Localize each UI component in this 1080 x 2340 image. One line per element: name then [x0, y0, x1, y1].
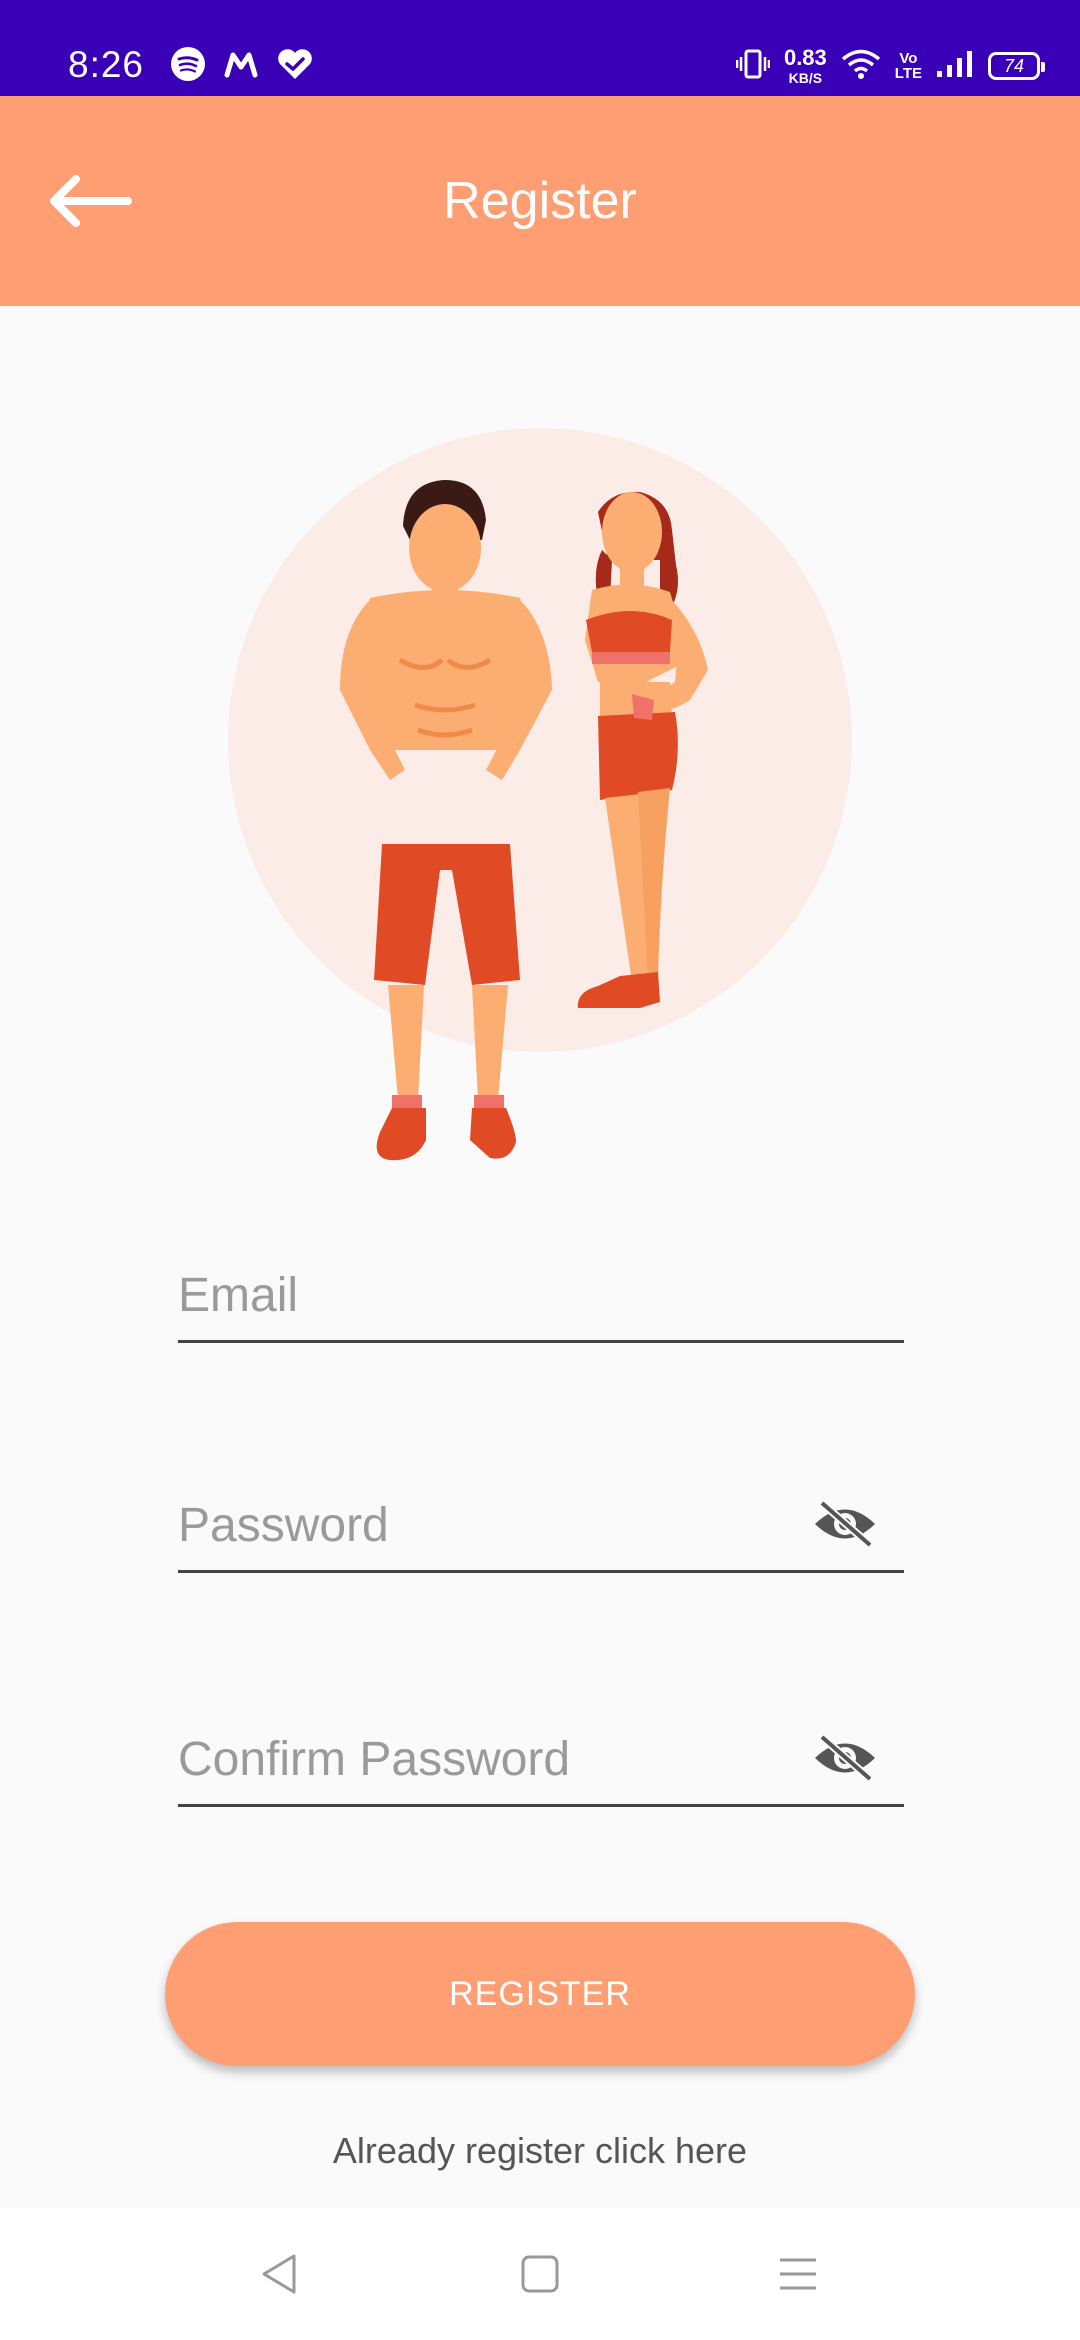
network-speed: 0.83 KB/S [783, 45, 827, 86]
status-system-icons: 0.83 KB/S Vo LTE 74 [735, 44, 1045, 88]
app-bar: Register [0, 96, 1080, 306]
page-title: Register [443, 172, 637, 230]
confirm-password-field-container [178, 1724, 904, 1807]
login-link[interactable]: Already register click here [0, 2130, 1080, 2172]
confirm-password-input[interactable] [178, 1724, 904, 1804]
spotify-icon [170, 46, 206, 87]
battery-indicator: 74 [988, 52, 1045, 80]
confirm-password-visibility-toggle[interactable] [810, 1728, 880, 1788]
nav-menu-button[interactable] [738, 2208, 858, 2340]
email-input[interactable] [178, 1260, 904, 1340]
eye-off-icon [815, 1733, 875, 1783]
password-field-container [178, 1490, 904, 1573]
home-square-icon [521, 2255, 559, 2293]
password-visibility-toggle[interactable] [810, 1494, 880, 1554]
register-button[interactable]: REGISTER [165, 1922, 915, 2066]
eye-off-icon [815, 1499, 875, 1549]
back-button[interactable] [34, 148, 144, 254]
password-input[interactable] [178, 1490, 904, 1570]
navigation-bar [0, 2208, 1080, 2340]
fitness-couple-illustration [228, 428, 852, 1161]
volte-top: Vo [899, 50, 918, 67]
volte-bottom: LTE [894, 65, 922, 82]
volte-indicator: Vo LTE [895, 51, 922, 81]
menu-lines-icon [780, 2258, 816, 2290]
network-speed-unit: KB/S [788, 70, 823, 86]
nav-back-button[interactable] [220, 2208, 340, 2340]
heart-check-icon [276, 47, 314, 86]
status-time: 8:26 [68, 44, 145, 85]
back-triangle-icon [262, 2254, 296, 2294]
status-bar: 8:26 0.83 KB/S Vo LTE 74 [0, 0, 1080, 96]
wifi-icon [841, 48, 881, 85]
arrow-left-icon [50, 175, 132, 227]
nav-home-button[interactable] [480, 2208, 600, 2340]
battery-level: 74 [1003, 55, 1025, 76]
status-notification-icons [170, 46, 314, 86]
vibrate-icon [735, 48, 771, 85]
signal-icon [936, 49, 974, 84]
m-app-icon [224, 49, 258, 84]
network-speed-value: 0.83 [783, 45, 827, 70]
email-field-container [178, 1260, 904, 1343]
